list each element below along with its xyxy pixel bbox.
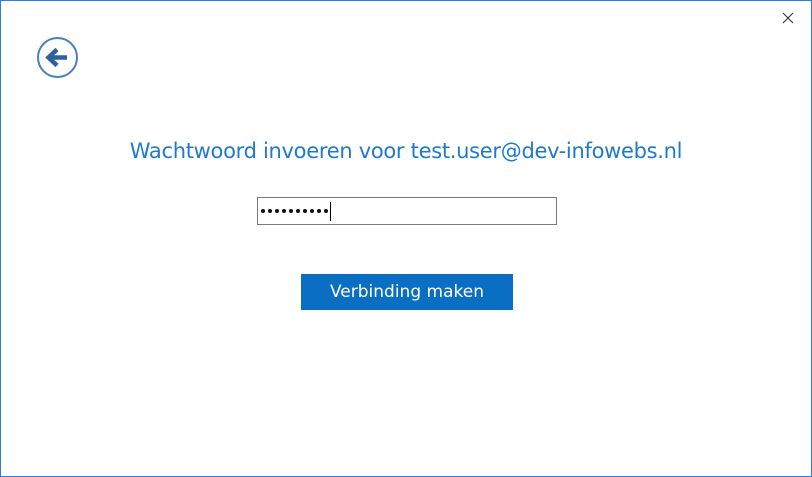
back-button[interactable] [36,36,79,79]
close-icon[interactable] [782,12,794,24]
dialog-title: Wachtwoord invoeren voor test.user@dev-i… [129,139,683,163]
password-dot [296,209,300,213]
password-dot [317,209,321,213]
password-dot [289,209,293,213]
password-dot [282,209,286,213]
password-mask: •••••••••• [261,198,328,224]
back-arrow-icon[interactable] [36,36,79,79]
password-dot [303,209,307,213]
text-caret [330,201,331,221]
password-dot [275,209,279,213]
password-dot [261,209,265,213]
password-dot [324,209,328,213]
password-dot [268,209,272,213]
connect-button[interactable]: Verbinding maken [301,274,513,310]
password-dialog: Wachtwoord invoeren voor test.user@dev-i… [0,0,812,477]
close-button[interactable] [777,7,799,29]
password-dot [310,209,314,213]
password-input[interactable]: •••••••••• [257,197,557,225]
